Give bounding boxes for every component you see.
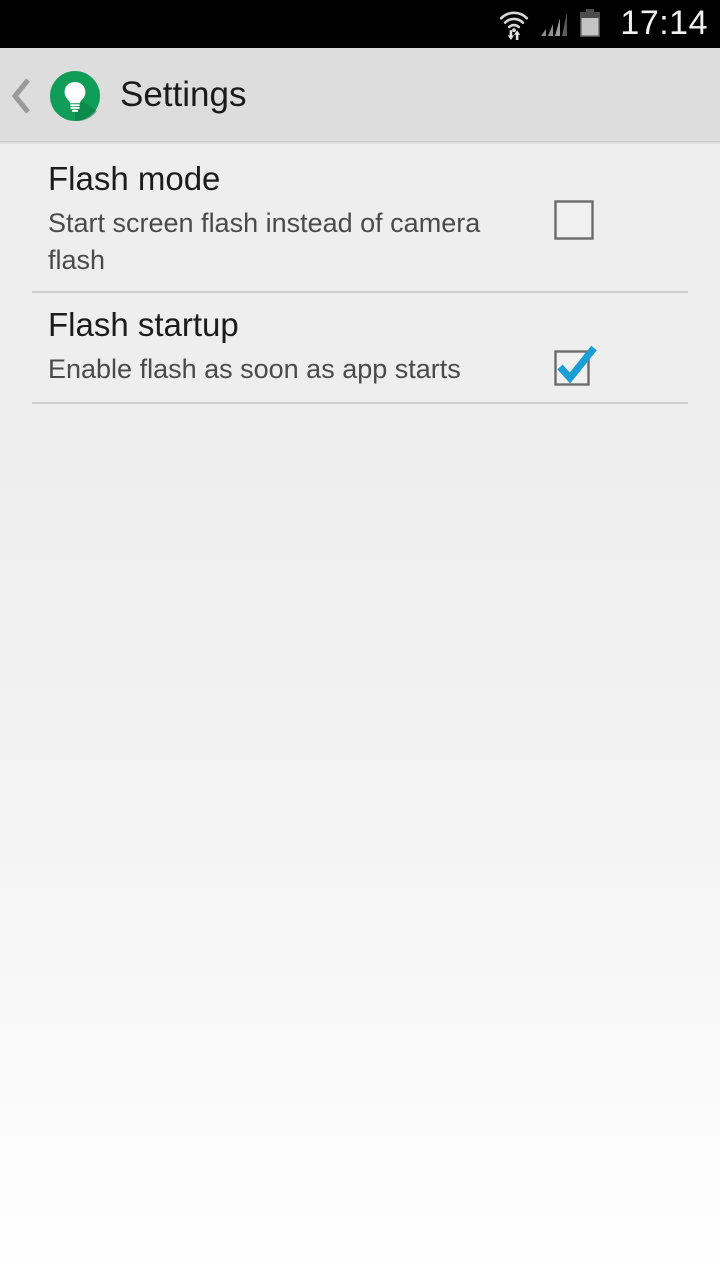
wifi-icon: [497, 7, 531, 41]
back-button[interactable]: [0, 48, 44, 144]
page-title: Settings: [120, 75, 247, 114]
setting-summary: Start screen flash instead of camera fla…: [48, 207, 481, 275]
checkbox-unchecked-icon[interactable]: [551, 197, 597, 243]
setting-title: Flash startup: [48, 306, 239, 344]
setting-row-flash-startup[interactable]: Flash startup Enable flash as soon as ap…: [0, 293, 720, 402]
action-bar: Settings: [0, 48, 720, 144]
setting-widget[interactable]: [538, 197, 610, 243]
chevron-left-icon: [11, 76, 33, 116]
settings-list: Flash mode Start screen flash instead of…: [0, 147, 720, 405]
status-bar: 17:14: [0, 0, 720, 48]
setting-summary: Enable flash as soon as app starts: [48, 354, 461, 385]
checkbox-checked-icon[interactable]: [551, 343, 597, 389]
setting-row-flash-mode[interactable]: Flash mode Start screen flash instead of…: [0, 147, 720, 291]
battery-icon: [579, 9, 601, 39]
flashlight-bulb-icon: [47, 71, 100, 121]
app-screen: 17:14 Settings Flash mode Start screen f…: [0, 0, 720, 1280]
setting-widget[interactable]: [538, 343, 610, 389]
signal-icon: [540, 9, 570, 39]
setting-text-block: Flash mode Start screen flash instead of…: [48, 160, 538, 278]
status-bar-icons: 17:14: [497, 6, 708, 42]
status-bar-clock: 17:14: [620, 4, 708, 42]
app-logo: [47, 71, 100, 121]
list-divider: [32, 402, 688, 405]
setting-title: Flash mode: [48, 160, 221, 197]
setting-text-block: Flash startup Enable flash as soon as ap…: [48, 306, 538, 388]
